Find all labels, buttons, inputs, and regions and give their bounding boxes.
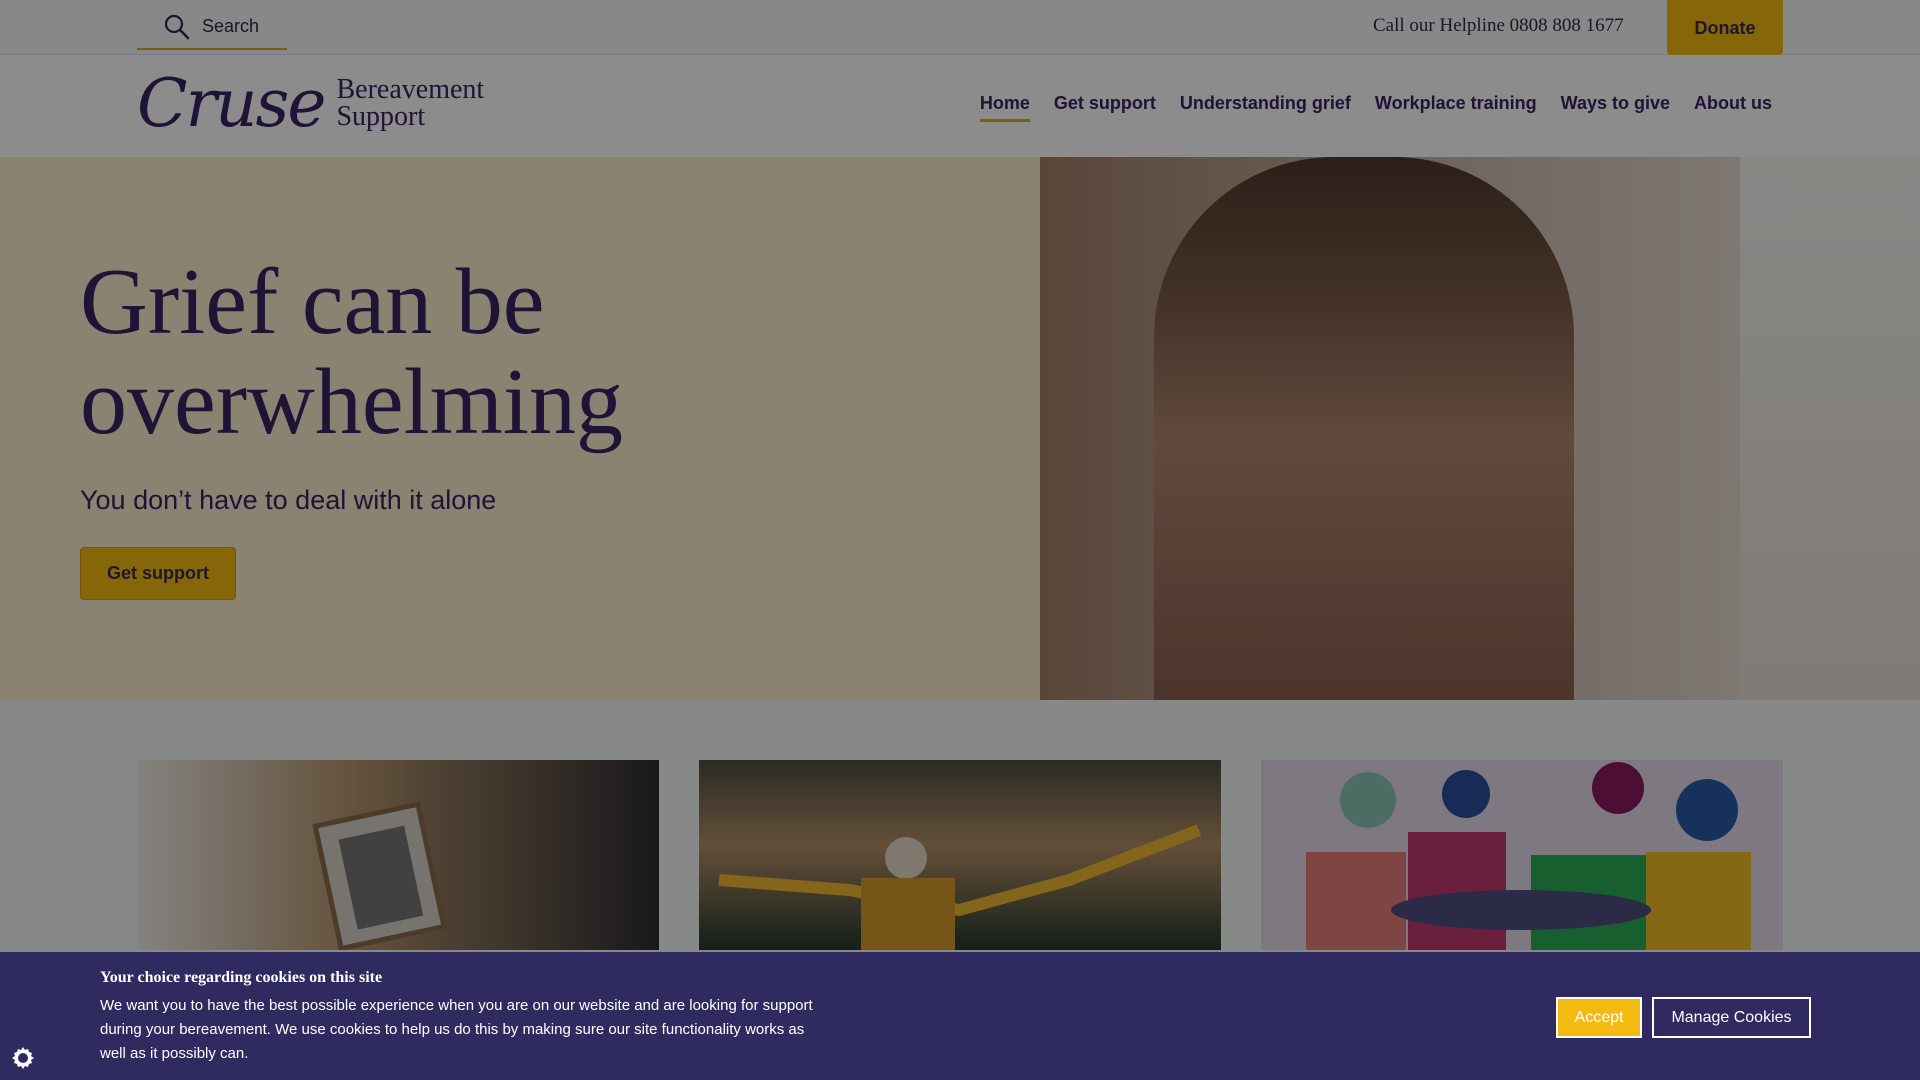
photo-frame-icon xyxy=(312,801,447,950)
photo-card-1[interactable] xyxy=(137,760,659,950)
illustration-card-3[interactable] xyxy=(1261,760,1783,950)
logo-script: Cruse xyxy=(137,65,326,142)
search-icon xyxy=(164,14,190,39)
helpline-text: Call our Helpline 0808 808 1677 xyxy=(1373,15,1624,36)
nav-ways-to-give[interactable]: Ways to give xyxy=(1561,93,1670,122)
person-icon xyxy=(718,824,1202,950)
hero-image xyxy=(1040,157,1920,700)
hero-subtitle: You don’t have to deal with it alone xyxy=(80,485,497,515)
gear-icon[interactable] xyxy=(9,1043,37,1071)
cookie-title: Your choice regarding cookies on this si… xyxy=(100,969,383,986)
logo-line-1: Bereavement xyxy=(336,74,485,106)
accept-cookies-button[interactable]: Accept xyxy=(1556,997,1642,1038)
nav-about-us[interactable]: About us xyxy=(1694,93,1772,122)
logo-text: Bereavement Support xyxy=(336,74,485,132)
get-support-button[interactable]: Get support xyxy=(80,547,236,600)
search-button[interactable]: Search xyxy=(137,4,287,50)
hero-title-line-1: Grief can be xyxy=(80,250,545,354)
hero-section: Grief can be overwhelming You don’t have… xyxy=(0,157,1920,700)
hero-text-panel: Grief can be overwhelming You don’t have… xyxy=(0,157,1042,700)
cookie-text: We want you to have the best possible ex… xyxy=(100,997,813,1062)
cruse-logo[interactable]: Cruse Bereavement Support xyxy=(137,71,484,137)
feature-cards xyxy=(137,760,1783,950)
nav-understanding-grief[interactable]: Understanding grief xyxy=(1180,93,1351,122)
main-navigation: Home Get support Understanding grief Wor… xyxy=(979,93,1772,122)
site-header: Cruse Bereavement Support Home Get suppo… xyxy=(0,55,1920,157)
hero-title-line-2: overwhelming xyxy=(80,350,623,454)
donate-button[interactable]: Donate xyxy=(1667,0,1783,56)
photo-card-2[interactable] xyxy=(699,760,1221,950)
nav-home[interactable]: Home xyxy=(979,93,1030,122)
utility-bar: Search Call our Helpline 0808 808 1677 D… xyxy=(0,0,1920,56)
nav-workplace-training[interactable]: Workplace training xyxy=(1375,93,1537,122)
search-label: Search xyxy=(202,15,260,36)
hero-title: Grief can be overwhelming xyxy=(80,252,623,452)
manage-cookies-button[interactable]: Manage Cookies xyxy=(1652,997,1811,1038)
logo-line-2: Support xyxy=(336,101,426,132)
nav-get-support[interactable]: Get support xyxy=(1054,93,1156,122)
group-illustration-icon xyxy=(1306,762,1751,950)
